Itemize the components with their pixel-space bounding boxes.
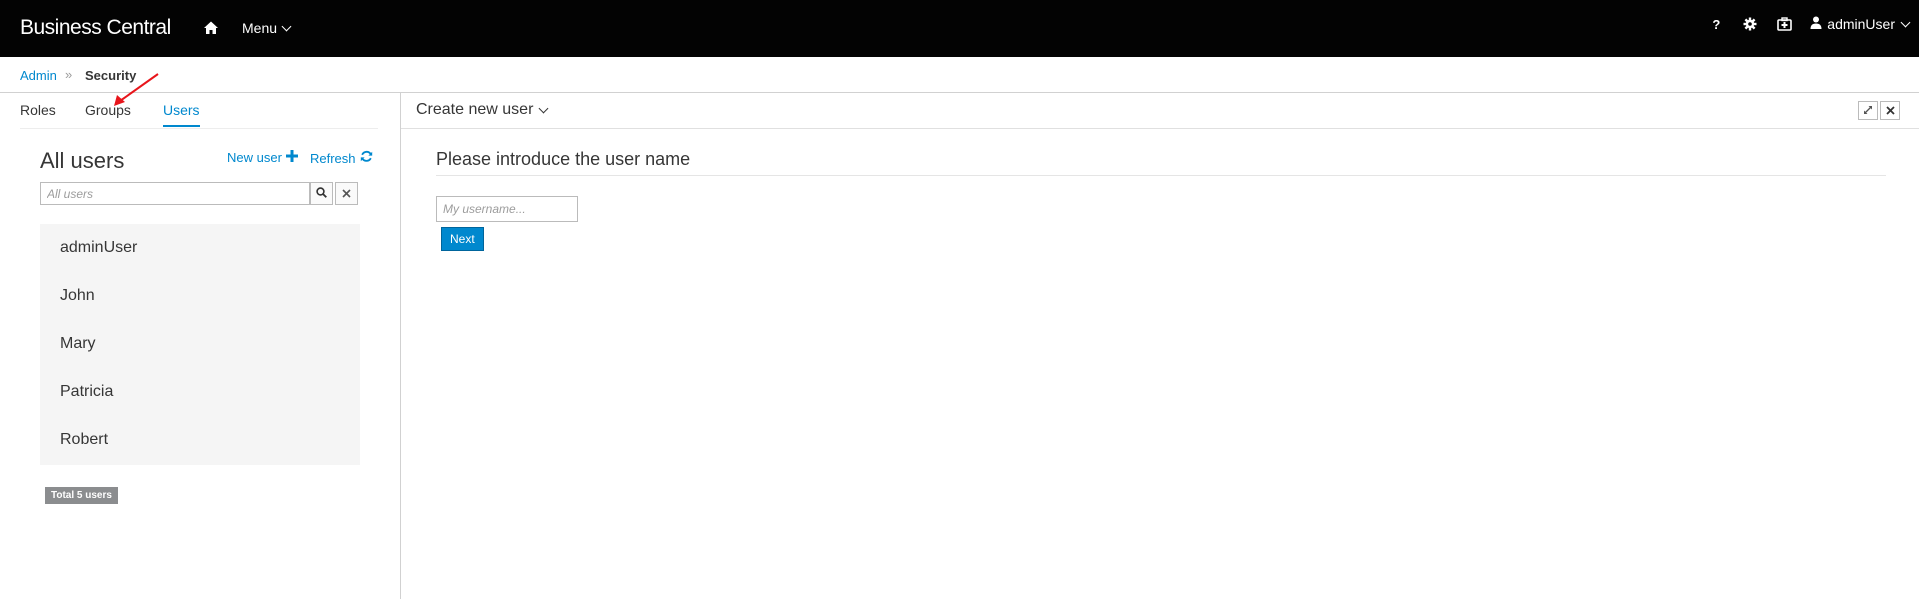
users-list-title: All users [40,148,125,173]
refresh-button[interactable]: Refresh [310,150,373,166]
security-tabs: Roles Groups Users [20,93,378,129]
top-right-actions: ? adminUser [1708,16,1911,32]
next-button[interactable]: Next [441,227,484,251]
question-icon[interactable]: ? [1708,16,1724,32]
gear-icon[interactable] [1742,16,1758,32]
breadcrumb-current: Security [85,68,137,83]
list-item[interactable]: Robert [40,416,360,464]
menu-label: Menu [242,20,278,36]
users-list: adminUser John Mary Patricia Robert [40,224,360,465]
left-pane: Roles Groups Users All users New user Re… [0,93,401,599]
top-navbar: Business Central Menu ? adminUser [0,0,1919,57]
list-item[interactable]: adminUser [40,224,360,272]
tab-groups[interactable]: Groups [85,102,131,125]
list-item[interactable]: Mary [40,320,360,368]
create-user-panel: Create new user Please introduce the use… [401,93,1919,599]
user-search-input[interactable] [40,182,310,205]
divider [436,175,1886,176]
username-input[interactable] [436,196,578,222]
medkit-icon[interactable] [1776,16,1792,32]
maximize-button[interactable] [1858,101,1878,120]
breadcrumb-admin[interactable]: Admin [20,68,57,83]
breadcrumb-separator: » [65,67,73,82]
refresh-label: Refresh [310,150,356,166]
refresh-icon [360,150,373,166]
brand-title[interactable]: Business Central [20,16,171,40]
close-icon [1885,102,1895,120]
clear-search-button[interactable] [335,182,358,205]
breadcrumb: Admin » Security [0,57,1919,93]
user-menu[interactable]: adminUser [1810,16,1911,32]
tab-users[interactable]: Users [163,102,200,127]
panel-title: Create new user [416,101,534,118]
new-user-label: New user [227,150,282,165]
search-icon [316,185,327,203]
close-icon [342,185,351,203]
chevron-down-icon [538,103,549,113]
plus-icon [285,150,298,165]
form-heading: Please introduce the user name [436,149,691,169]
panel-header: Create new user [401,93,1919,129]
chevron-down-icon [1900,17,1911,27]
user-icon [1810,16,1822,32]
tab-roles[interactable]: Roles [20,102,56,125]
home-icon[interactable] [203,20,221,38]
close-panel-button[interactable] [1880,101,1900,120]
search-button[interactable] [310,182,333,205]
list-item[interactable]: Patricia [40,368,360,416]
panel-title-dropdown[interactable]: Create new user [416,101,549,119]
list-item[interactable]: John [40,272,360,320]
total-users-badge: Total 5 users [45,487,118,504]
menu-dropdown[interactable]: Menu [242,20,292,36]
user-menu-label: adminUser [1827,16,1895,32]
new-user-button[interactable]: New user [227,150,298,165]
chevron-down-icon [281,21,292,31]
expand-icon [1863,102,1873,120]
